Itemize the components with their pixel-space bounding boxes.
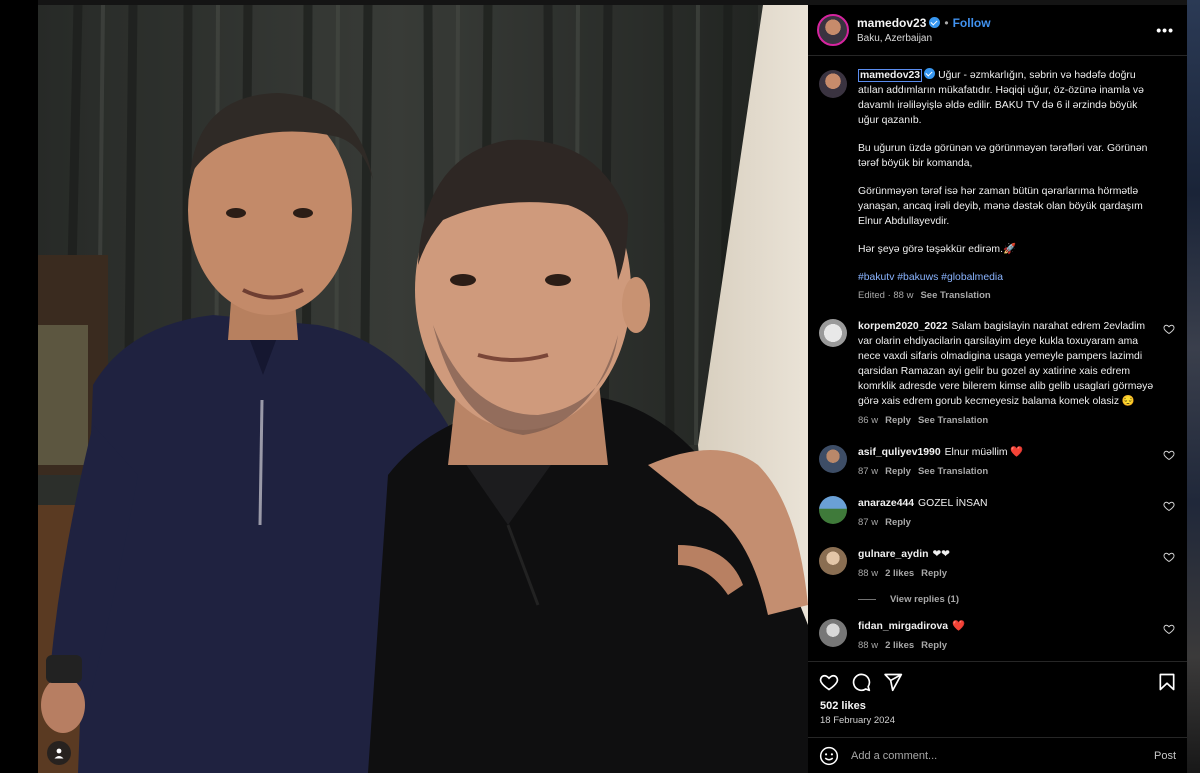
like-comment-heart-icon[interactable] xyxy=(1163,500,1175,512)
comment-content: korpem2020_2022 Salam bagislayin narahat … xyxy=(858,319,1158,428)
comment-likes[interactable]: 2 likes xyxy=(885,640,914,651)
edited-time: Edited · 88 w xyxy=(858,290,914,301)
caption-paragraph-4: Hər şeyə görə təşəkkür edirəm.🚀 xyxy=(858,244,1016,255)
comment-text: ❤❤ xyxy=(932,549,950,560)
likes-count[interactable]: 502 likes xyxy=(808,694,1187,712)
reply-button[interactable]: Reply xyxy=(921,640,947,651)
comment-content: asif_quliyev1990 Elnur müəllim ❤️ 87 w Rep… xyxy=(858,445,1158,479)
comments-scroll-area[interactable]: mamedov23 Uğur - əzmkarlığın, səbrin və h… xyxy=(808,56,1187,661)
bookmark-icon[interactable] xyxy=(1157,672,1177,692)
see-translation-button[interactable]: See Translation xyxy=(918,415,988,426)
caption-avatar[interactable] xyxy=(819,70,847,98)
action-icons xyxy=(808,662,1187,694)
follow-button[interactable]: Follow xyxy=(953,16,991,30)
photo-illustration xyxy=(38,5,808,773)
comment-time: 86 w xyxy=(858,415,879,426)
post-comment-button[interactable]: Post xyxy=(1154,750,1176,762)
like-comment-heart-icon[interactable] xyxy=(1163,323,1175,335)
comment-text: ❤️ xyxy=(952,621,966,632)
comment-username[interactable]: fidan_mirgadirova xyxy=(858,621,948,632)
comment-time: 87 w xyxy=(858,466,879,477)
post-side-panel: mamedov23 • Follow Baku, Azerbaijan ••• ma… xyxy=(808,5,1187,773)
post-date: 18 February 2024 xyxy=(820,715,895,726)
comment-meta: 86 w Reply See Translation xyxy=(858,413,1158,428)
comment-item: gulnare_aydin ❤❤ 88 w 2 likes Reply xyxy=(808,547,1187,581)
comment-meta: 87 w Reply See Translation xyxy=(858,464,1158,479)
post-photo[interactable] xyxy=(38,5,808,773)
like-comment-heart-icon[interactable] xyxy=(1163,623,1175,635)
post-header: mamedov23 • Follow Baku, Azerbaijan ••• xyxy=(808,5,1187,56)
caption-username[interactable]: mamedov23 xyxy=(858,69,923,82)
reply-button[interactable]: Reply xyxy=(885,517,911,528)
comment-text: GOZEL İNSAN xyxy=(918,498,988,509)
comment-content: anaraze444 GOZEL İNSAN 87 w Reply xyxy=(858,496,1158,530)
comment-username[interactable]: anaraze444 xyxy=(858,498,914,509)
author-info: mamedov23 • Follow Baku, Azerbaijan xyxy=(857,15,991,46)
comment-likes[interactable]: 2 likes xyxy=(885,568,914,579)
comment-content: fidan_mirgadirova ❤️ 88 w 2 likes Reply xyxy=(858,619,1158,653)
caption-meta: Edited · 88 w See Translation xyxy=(858,288,1158,303)
comment-item: anaraze444 GOZEL İNSAN 87 w Reply xyxy=(808,496,1187,530)
like-comment-heart-icon[interactable] xyxy=(1163,551,1175,563)
more-icon[interactable]: ••• xyxy=(1156,22,1174,38)
view-replies-button[interactable]: View replies (1) xyxy=(858,594,1187,605)
see-translation-button[interactable]: See Translation xyxy=(918,466,988,477)
comment-time: 88 w xyxy=(858,568,879,579)
verified-badge-icon xyxy=(929,16,941,28)
user-tag-icon[interactable] xyxy=(47,741,71,765)
comment-time: 87 w xyxy=(858,517,879,528)
caption-hashtags[interactable]: #bakutv #bakuws #globalmedia xyxy=(858,270,1158,285)
caption-paragraph-3: Görünməyən tərəf isə hər zaman bütün qər… xyxy=(858,186,1143,227)
comment-item: fidan_mirgadirova ❤️ 88 w 2 likes Reply xyxy=(808,619,1187,653)
comment-meta: 88 w 2 likes Reply xyxy=(858,638,1158,653)
author-avatar[interactable] xyxy=(817,14,849,46)
comment-username[interactable]: gulnare_aydin xyxy=(858,549,928,560)
separator-dot: • xyxy=(944,15,949,30)
commenter-avatar[interactable] xyxy=(819,319,847,347)
caption-block: mamedov23 Uğur - əzmkarlığın, səbrin və h… xyxy=(808,68,1187,303)
commenter-avatar[interactable] xyxy=(819,547,847,575)
backdrop-left xyxy=(0,0,38,773)
like-comment-heart-icon[interactable] xyxy=(1163,449,1175,461)
comment-time: 88 w xyxy=(858,640,879,651)
caption-verified-icon xyxy=(924,68,936,79)
comment-icon[interactable] xyxy=(851,672,871,692)
reply-button[interactable]: Reply xyxy=(885,466,911,477)
comment-meta: 87 w Reply xyxy=(858,515,1158,530)
post-location[interactable]: Baku, Azerbaijan xyxy=(857,31,991,46)
author-username[interactable]: mamedov23 xyxy=(857,16,926,30)
heart-icon[interactable] xyxy=(819,672,839,692)
commenter-avatar[interactable] xyxy=(819,619,847,647)
caption-content: mamedov23 Uğur - əzmkarlığın, səbrin və h… xyxy=(858,68,1158,303)
reply-button[interactable]: Reply xyxy=(885,415,911,426)
backdrop-right xyxy=(1187,0,1200,773)
comment-input[interactable]: Add a comment... xyxy=(851,750,1154,762)
comment-content: gulnare_aydin ❤❤ 88 w 2 likes Reply xyxy=(858,547,1158,581)
comment-text: Elnur müəllim ❤️ xyxy=(944,447,1024,458)
caption-paragraph-2: Bu uğurun üzdə görünən və görünməyən tər… xyxy=(858,143,1148,169)
comment-username[interactable]: asif_quliyev1990 xyxy=(858,447,941,458)
commenter-avatar[interactable] xyxy=(819,445,847,473)
add-comment-bar: Add a comment... Post xyxy=(808,737,1187,773)
comment-username[interactable]: korpem2020_2022 xyxy=(858,321,948,332)
commenter-avatar[interactable] xyxy=(819,496,847,524)
comment-item: korpem2020_2022 Salam bagislayin narahat … xyxy=(808,319,1187,428)
post-actions: 502 likes 18 February 2024 Add a comment… xyxy=(808,661,1187,773)
comment-meta: 88 w 2 likes Reply xyxy=(858,566,1158,581)
caption-see-translation[interactable]: See Translation xyxy=(920,290,990,301)
reply-button[interactable]: Reply xyxy=(921,568,947,579)
emoji-icon[interactable] xyxy=(819,746,839,766)
comment-item: asif_quliyev1990 Elnur müəllim ❤️ 87 w Rep… xyxy=(808,445,1187,479)
share-icon[interactable] xyxy=(883,672,903,692)
comment-text: Salam bagislayin narahat edrem 2evladim … xyxy=(858,321,1154,407)
